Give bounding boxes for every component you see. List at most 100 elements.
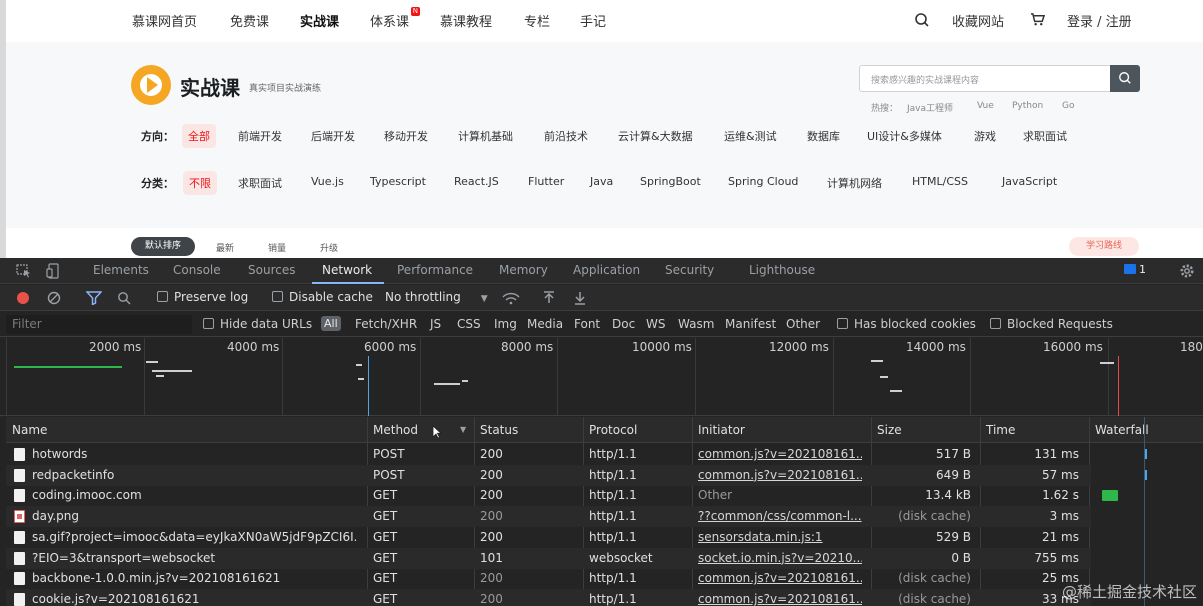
tab-sources[interactable]: Sources xyxy=(248,263,295,277)
category-option[interactable]: JavaScript xyxy=(1002,175,1057,188)
course-search-input[interactable]: 搜索感兴趣的实战课程内容 xyxy=(859,65,1111,92)
type-filter-all[interactable]: All xyxy=(321,316,341,331)
direction-option[interactable]: 前端开发 xyxy=(238,128,282,144)
request-initiator[interactable]: common.js?v=202108161... xyxy=(698,571,862,585)
hot-search-item[interactable]: Vue xyxy=(977,101,994,111)
search-icon[interactable] xyxy=(117,291,131,305)
inspect-element-icon[interactable] xyxy=(16,264,32,278)
disable-cache-checkbox[interactable]: Disable cache xyxy=(272,290,373,304)
sort-sales[interactable]: 销量 xyxy=(268,241,286,254)
direction-option[interactable]: 数据库 xyxy=(807,128,840,144)
category-option[interactable]: 计算机网络 xyxy=(827,175,882,191)
tab-memory[interactable]: Memory xyxy=(499,263,548,277)
type-filter-manifest[interactable]: Manifest xyxy=(725,317,776,331)
nav-practical-course[interactable]: 实战课 xyxy=(300,11,339,30)
favorites-link[interactable]: 收藏网站 xyxy=(952,11,1004,30)
column-header-method[interactable]: Method xyxy=(373,423,418,437)
tab-security[interactable]: Security xyxy=(665,263,714,277)
device-toolbar-icon[interactable] xyxy=(46,263,62,279)
direction-option[interactable]: 求职面试 xyxy=(1023,128,1067,144)
category-option[interactable]: Vue.js xyxy=(311,175,344,188)
sort-upgrade[interactable]: 升级 xyxy=(320,241,338,254)
nav-notes[interactable]: 手记 xyxy=(580,11,606,30)
type-filter-ws[interactable]: WS xyxy=(646,317,665,331)
direction-option-active[interactable]: 全部 xyxy=(182,124,216,148)
type-filter-css[interactable]: CSS xyxy=(457,317,481,331)
type-filter-wasm[interactable]: Wasm xyxy=(678,317,714,331)
type-filter-fetch-xhr[interactable]: Fetch/XHR xyxy=(355,317,417,331)
request-row[interactable]: sa.gif?project=imooc&data=eyJkaXN0aW5jdF… xyxy=(6,527,1091,548)
direction-option[interactable]: 云计算&大数据 xyxy=(618,128,693,144)
category-option-active[interactable]: 不限 xyxy=(183,171,217,195)
gear-icon[interactable] xyxy=(1179,263,1195,279)
record-icon[interactable] xyxy=(17,292,29,304)
hot-search-item[interactable]: Go xyxy=(1062,101,1074,111)
tab-elements[interactable]: Elements xyxy=(93,263,149,277)
nav-free-course[interactable]: 免费课 xyxy=(230,11,269,30)
request-row[interactable]: ?EIO=3&transport=websocket GET 101 websocke… xyxy=(6,547,1091,569)
request-row[interactable]: day.png GET 200 http/1.1 ??common/css/common… xyxy=(6,506,1091,528)
preserve-log-checkbox[interactable]: Preserve log xyxy=(157,290,248,304)
category-option[interactable]: Spring Cloud xyxy=(728,175,798,188)
tab-performance[interactable]: Performance xyxy=(397,263,473,277)
login-register-link[interactable]: 登录 / 注册 xyxy=(1067,11,1132,30)
category-option[interactable]: React.JS xyxy=(454,175,499,188)
direction-option[interactable]: 移动开发 xyxy=(384,128,428,144)
tab-application[interactable]: Application xyxy=(573,263,640,277)
nav-tutorial[interactable]: 慕课教程 xyxy=(440,11,492,30)
request-row[interactable]: cookie.js?v=202108161621 GET 200 http/1.1 co… xyxy=(6,588,1091,606)
throttling-select[interactable]: No throttling ▼ xyxy=(385,290,488,304)
nav-system-course[interactable]: 体系课 N xyxy=(370,7,421,30)
tab-lighthouse[interactable]: Lighthouse xyxy=(749,263,815,277)
category-option[interactable]: 求职面试 xyxy=(238,175,282,191)
category-option[interactable]: HTML/CSS xyxy=(912,175,968,188)
direction-option[interactable]: 计算机基础 xyxy=(458,128,513,144)
type-filter-font[interactable]: Font xyxy=(574,317,600,331)
column-header-initiator[interactable]: Initiator xyxy=(698,423,745,437)
type-filter-img[interactable]: Img xyxy=(494,317,517,331)
import-har-icon[interactable] xyxy=(543,291,555,305)
category-option[interactable]: Flutter xyxy=(528,175,564,188)
direction-option[interactable]: 后端开发 xyxy=(311,128,355,144)
export-har-icon[interactable] xyxy=(574,291,586,305)
request-row[interactable]: redpacketinfo POST 200 http/1.1 common.js?v=… xyxy=(6,464,1147,486)
request-initiator[interactable]: ??common/css/common-l... xyxy=(698,509,862,523)
tab-console[interactable]: Console xyxy=(173,263,221,277)
nav-column[interactable]: 专栏 xyxy=(524,11,550,30)
learning-route-button[interactable]: 学习路线 xyxy=(1069,237,1139,256)
clear-icon[interactable] xyxy=(47,291,61,305)
column-header-size[interactable]: Size xyxy=(877,423,902,437)
issues-badge[interactable]: 1 xyxy=(1124,263,1146,276)
hot-search-item[interactable]: Python xyxy=(1012,101,1043,111)
direction-option[interactable]: UI设计&多媒体 xyxy=(867,128,942,144)
filter-icon[interactable] xyxy=(86,291,102,305)
request-row[interactable]: hotwords POST 200 http/1.1 common.js?v=20210… xyxy=(6,444,1147,465)
direction-option[interactable]: 前沿技术 xyxy=(544,128,588,144)
type-filter-doc[interactable]: Doc xyxy=(612,317,635,331)
direction-option[interactable]: 运维&测试 xyxy=(724,128,777,144)
request-initiator[interactable]: common.js?v=202108161... xyxy=(698,592,862,606)
hot-search-item[interactable]: Java工程师 xyxy=(907,101,953,114)
request-initiator[interactable]: socket.io.min.js?v=20210... xyxy=(698,551,862,565)
sort-newest[interactable]: 最新 xyxy=(216,241,234,254)
request-initiator[interactable]: common.js?v=202108161... xyxy=(698,447,862,461)
sort-default-button[interactable]: 默认排序 xyxy=(131,237,195,256)
network-conditions-icon[interactable] xyxy=(502,292,520,305)
blocked-requests-checkbox[interactable]: Blocked Requests xyxy=(990,317,1113,331)
request-row[interactable]: coding.imooc.com GET 200 http/1.1 Other 13.4 … xyxy=(6,485,1118,506)
column-header-name[interactable]: Name xyxy=(12,423,47,437)
category-option[interactable]: Java xyxy=(590,175,613,188)
direction-option[interactable]: 游戏 xyxy=(974,128,996,144)
request-initiator[interactable]: common.js?v=202108161... xyxy=(698,468,862,482)
category-option[interactable]: SpringBoot xyxy=(640,175,701,188)
tab-network[interactable]: Network xyxy=(322,263,372,277)
category-option[interactable]: Typescript xyxy=(370,175,426,188)
column-header-status[interactable]: Status xyxy=(480,423,518,437)
type-filter-js[interactable]: JS xyxy=(430,317,441,331)
search-button[interactable] xyxy=(1110,65,1140,92)
cart-icon[interactable] xyxy=(1030,12,1045,27)
filter-input[interactable]: Filter xyxy=(6,315,192,334)
request-row[interactable]: backbone-1.0.0.min.js?v=202108161621 GET 2… xyxy=(6,568,1091,589)
type-filter-other[interactable]: Other xyxy=(786,317,820,331)
type-filter-media[interactable]: Media xyxy=(527,317,563,331)
